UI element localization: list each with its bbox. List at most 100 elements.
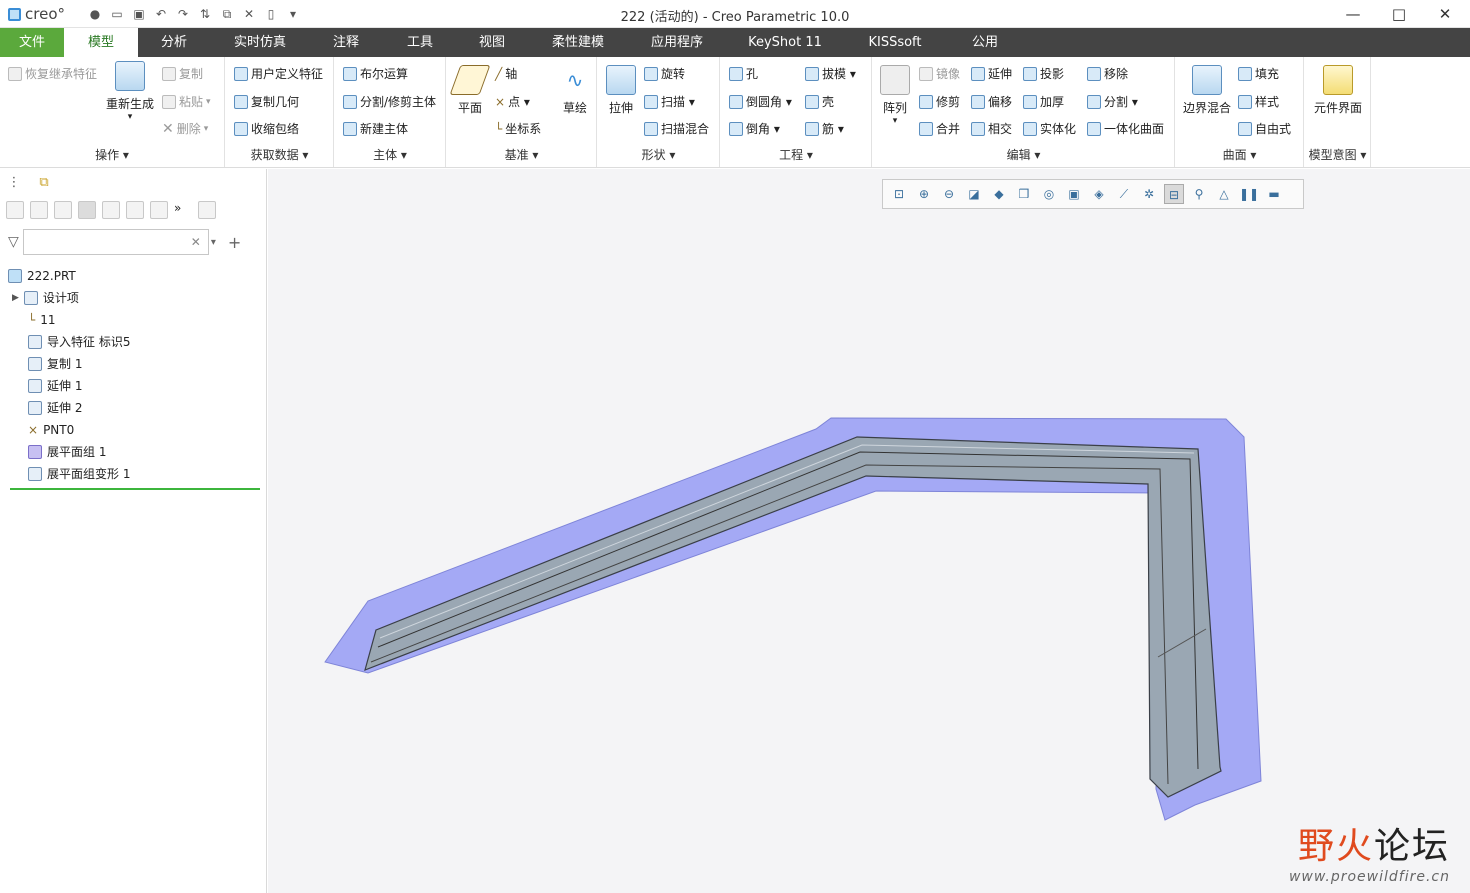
split-trim-body-button[interactable]: 分割/修剪主体 <box>343 93 436 110</box>
csys-button[interactable]: └ 坐标系 <box>495 120 541 137</box>
mirror-button[interactable]: 镜像 <box>919 65 960 82</box>
chamfer-button[interactable]: 倒角 ▾ <box>729 120 780 137</box>
regenerate-icon[interactable]: ⇅ <box>196 5 214 23</box>
close-button[interactable]: ✕ <box>1422 2 1468 26</box>
regenerate-button[interactable]: 重新生成 ▾ <box>104 61 156 122</box>
shell-button[interactable]: 壳 <box>805 93 834 110</box>
merge-button[interactable]: 合并 <box>919 120 960 137</box>
udf-button[interactable]: 用户定义特征 <box>234 65 323 82</box>
tab-simulation[interactable]: 实时仿真 <box>224 28 296 57</box>
creo-logo[interactable]: creo° <box>8 5 65 23</box>
new-body-button[interactable]: 新建主体 <box>343 120 408 137</box>
tab-flexible-modeling[interactable]: 柔性建模 <box>540 28 616 57</box>
plane-button[interactable]: 平面 <box>449 65 491 116</box>
group-label-editing[interactable]: 编辑 ▾ <box>873 146 1174 163</box>
windows-icon[interactable]: ⧉ <box>218 5 236 23</box>
group-label-engineering[interactable]: 工程 ▾ <box>721 146 871 163</box>
tree-item-design-items[interactable]: ▶ 设计项 <box>8 287 260 309</box>
filter-dropdown-icon[interactable]: ▾ <box>211 237 216 248</box>
tree-item-csys[interactable]: └ 11 <box>8 309 260 331</box>
layers-icon[interactable] <box>150 201 168 219</box>
shrinkwrap-button[interactable]: 收缩包络 <box>234 120 299 137</box>
tab-model[interactable]: 模型 <box>64 28 138 58</box>
tab-keyshot[interactable]: KeyShot 11 <box>740 28 830 57</box>
boolean-button[interactable]: 布尔运算 <box>343 65 408 82</box>
tree-layout-icon[interactable] <box>78 201 96 219</box>
offset-button[interactable]: 偏移 <box>971 93 1012 110</box>
expand-arrow-icon[interactable]: ▶ <box>12 287 19 309</box>
round-button[interactable]: 倒圆角 ▾ <box>729 93 792 110</box>
intersect-button[interactable]: 相交 <box>971 120 1012 137</box>
undo-icon[interactable]: ↶ <box>152 5 170 23</box>
delete-button[interactable]: ✕ 删除 ▾ <box>162 120 208 137</box>
tab-tools[interactable]: 工具 <box>394 28 446 57</box>
freestyle-button[interactable]: 自由式 <box>1238 120 1291 137</box>
tree-item-part[interactable]: 222.PRT <box>8 265 260 287</box>
model-view[interactable] <box>268 169 1470 893</box>
group-label-get-data[interactable]: 获取数据 ▾ <box>226 146 333 163</box>
redo-icon[interactable]: ↷ <box>174 5 192 23</box>
group-label-datum[interactable]: 基准 ▾ <box>447 146 596 163</box>
remove-button[interactable]: 移除 <box>1087 65 1128 82</box>
save-icon[interactable]: ▣ <box>130 5 148 23</box>
hole-button[interactable]: 孔 <box>729 65 758 82</box>
rib-button[interactable]: 筋 ▾ <box>805 120 844 137</box>
tree-item-flatten-deform[interactable]: 展平面组变形 1 <box>8 463 260 485</box>
revolve-button[interactable]: 旋转 <box>644 65 685 82</box>
extrude-button[interactable]: 拉伸 <box>604 65 638 116</box>
filter-icon[interactable]: ▽ <box>8 234 19 250</box>
tree-item-import-feature[interactable]: 导入特征 标识5 <box>8 331 260 353</box>
tree-item-extend-2[interactable]: 延伸 2 <box>8 397 260 419</box>
page-icon[interactable]: ▯ <box>262 5 280 23</box>
sweep-button[interactable]: 扫描 ▾ <box>644 93 695 110</box>
tree-filters-icon[interactable] <box>54 201 72 219</box>
group-label-model-intent[interactable]: 模型意图 ▾ <box>1305 146 1370 163</box>
tree-item-extend-1[interactable]: 延伸 1 <box>8 375 260 397</box>
show-icon[interactable] <box>6 201 24 219</box>
group-label-shapes[interactable]: 形状 ▾ <box>598 146 719 163</box>
tab-analysis[interactable]: 分析 <box>148 28 200 57</box>
point-button[interactable]: × 点 ▾ <box>495 93 530 110</box>
model-tree-tab-icon[interactable]: ⋮ <box>4 173 24 193</box>
tab-common[interactable]: 公用 <box>960 28 1010 57</box>
tab-kisssoft[interactable]: KISSsoft <box>860 28 930 57</box>
boundary-blend-button[interactable]: 边界混合 <box>1180 65 1234 116</box>
extend-button[interactable]: 延伸 <box>971 65 1012 82</box>
notes-icon[interactable] <box>198 201 216 219</box>
project-button[interactable]: 投影 <box>1023 65 1064 82</box>
group-label-surfaces[interactable]: 曲面 ▾ <box>1176 146 1303 163</box>
insert-indicator[interactable] <box>10 488 260 490</box>
group-label-body[interactable]: 主体 ▾ <box>335 146 445 163</box>
thicken-button[interactable]: 加厚 <box>1023 93 1064 110</box>
more-icon[interactable]: » <box>174 201 192 219</box>
tree-item-copy[interactable]: 复制 1 <box>8 353 260 375</box>
style-button[interactable]: 样式 <box>1238 93 1279 110</box>
folder-browser-tab-icon[interactable]: ⧉ <box>34 173 54 193</box>
tree-item-flatten-quilt[interactable]: 展平面组 1 <box>8 441 260 463</box>
graphics-window[interactable]: ⊡ ⊕ ⊖ ◪ ◆ ❒ ◎ ▣ ◈ ⟋ ✲ ⊟ ⚲ △ ❚❚ ▬ 野火论坛 ww… <box>268 169 1470 893</box>
axis-button[interactable]: ╱ 轴 <box>495 65 517 82</box>
add-icon[interactable]: + <box>228 233 241 252</box>
copy-geometry-button[interactable]: 复制几何 <box>234 93 299 110</box>
tab-view[interactable]: 视图 <box>466 28 518 57</box>
bookmark-icon[interactable] <box>102 201 120 219</box>
qat-dropdown-icon[interactable]: ▾ <box>284 5 302 23</box>
tree-columns-icon[interactable] <box>30 201 48 219</box>
draft-button[interactable]: 拔模 ▾ <box>805 65 856 82</box>
tab-annotate[interactable]: 注释 <box>320 28 372 57</box>
copy-button[interactable]: 复制 <box>162 65 203 82</box>
paste-button[interactable]: 粘贴 ▾ <box>162 93 211 110</box>
component-interface-button[interactable]: 元件界面 <box>1307 65 1369 116</box>
swept-blend-button[interactable]: 扫描混合 <box>644 120 709 137</box>
split-button[interactable]: 分割 ▾ <box>1087 93 1138 110</box>
tab-file[interactable]: 文件 <box>0 28 64 57</box>
fill-button[interactable]: 填充 <box>1238 65 1279 82</box>
tree-search-input[interactable] <box>22 229 209 255</box>
unify-surface-button[interactable]: 一体化曲面 <box>1087 120 1164 137</box>
sketch-button[interactable]: ∿ 草绘 <box>557 65 593 116</box>
tab-applications[interactable]: 应用程序 <box>640 28 714 57</box>
solidify-button[interactable]: 实体化 <box>1023 120 1076 137</box>
tree-item-point[interactable]: × PNT0 <box>8 419 260 441</box>
minimize-button[interactable]: — <box>1330 2 1376 26</box>
new-icon[interactable]: ● <box>86 5 104 23</box>
